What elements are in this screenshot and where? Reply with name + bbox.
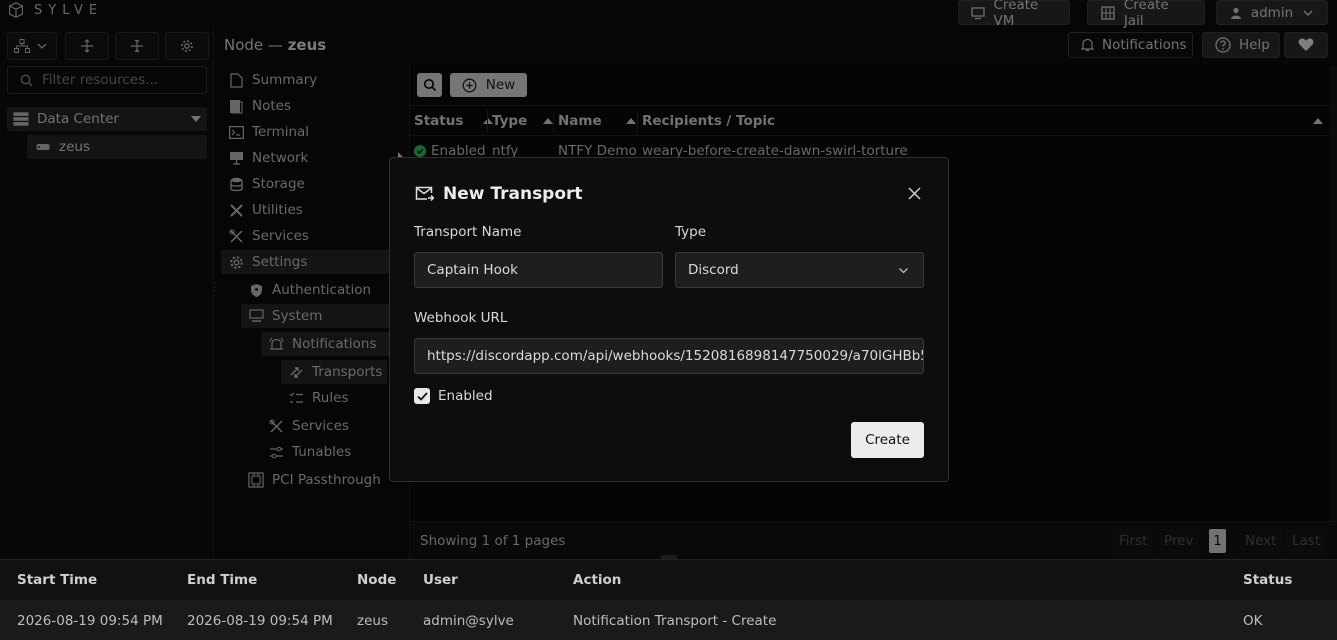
audit-cell-action: Notification Transport - Create	[573, 613, 777, 629]
transport-name-input[interactable]: Captain Hook	[414, 252, 663, 288]
enabled-checkbox[interactable]: Enabled	[414, 388, 493, 404]
webhook-url-value: https://discordapp.com/api/webhooks/1520…	[427, 348, 924, 364]
audit-cell-status: OK	[1243, 613, 1263, 629]
audit-header-user: User	[423, 572, 458, 588]
audit-header-end: End Time	[187, 572, 258, 588]
create-button[interactable]: Create	[851, 422, 924, 458]
audit-header-status: Status	[1243, 572, 1293, 588]
audit-cell-end: 2026-08-19 09:54 PM	[187, 613, 333, 629]
checkbox-box[interactable]	[414, 388, 430, 404]
type-select[interactable]: Discord	[675, 252, 924, 288]
check-icon	[416, 391, 428, 401]
dialog-header: New Transport	[415, 184, 583, 204]
close-icon	[906, 185, 922, 201]
webhook-url-input[interactable]: https://discordapp.com/api/webhooks/1520…	[414, 338, 924, 374]
audit-header-action: Action	[573, 572, 622, 588]
type-value: Discord	[688, 262, 739, 278]
chevron-down-icon	[895, 262, 911, 278]
close-button[interactable]	[905, 184, 923, 202]
transport-name-value: Captain Hook	[427, 262, 518, 278]
webhook-url-label: Webhook URL	[414, 310, 508, 326]
audit-cell-user: admin@sylve	[423, 613, 514, 629]
transport-name-label: Transport Name	[414, 224, 522, 240]
dialog-title: New Transport	[443, 184, 583, 204]
new-transport-dialog: New Transport Transport Name Captain Hoo…	[389, 157, 949, 482]
create-label: Create	[865, 432, 910, 448]
mail-send-icon	[415, 185, 434, 203]
audit-cell-start: 2026-08-19 09:54 PM	[17, 613, 163, 629]
type-label: Type	[675, 224, 707, 240]
enabled-label: Enabled	[438, 388, 493, 404]
audit-header-start: Start Time	[17, 572, 98, 588]
audit-header-node: Node	[357, 572, 397, 588]
audit-cell-node: zeus	[357, 613, 388, 629]
